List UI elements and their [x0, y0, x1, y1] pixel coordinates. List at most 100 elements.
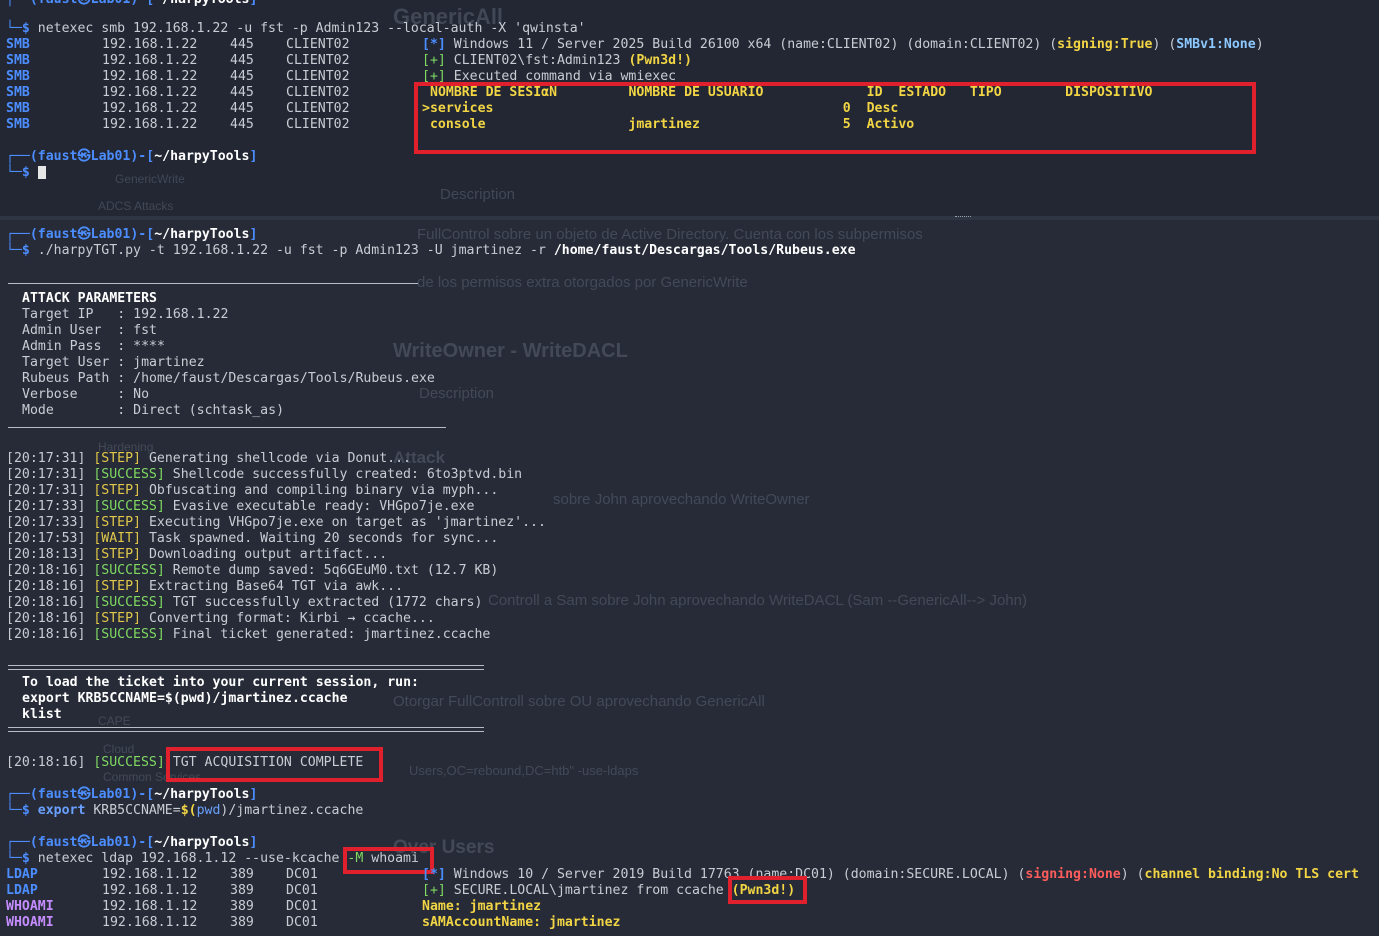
- param-line: Admin User : fst: [22, 323, 157, 338]
- log-time: [20:17:31]: [6, 483, 86, 498]
- log-message: Shellcode successfully created: 6to3ptvd…: [172, 467, 523, 482]
- param-line: Rubeus Path : /home/faust/Descargas/Tool…: [22, 371, 435, 386]
- command-line-qwinsta: └─$ netexec smb 192.168.1.22 -u fst -p A…: [6, 21, 586, 36]
- log-message: Obfuscating and compiling binary via myp…: [148, 483, 499, 498]
- log-entry: [20:18:16] [STEP] Extracting Base64 TGT …: [6, 579, 403, 595]
- command-line-harpytgt: └─$ ./harpyTGT.py -t 192.168.1.22 -u fst…: [6, 243, 856, 258]
- log-entry: [20:17:31] [STEP] Generating shellcode v…: [6, 451, 411, 467]
- table-cell-ip: 192.168.1.22: [102, 101, 197, 117]
- command-line-empty[interactable]: └─$: [6, 165, 46, 181]
- log-tag: [WAIT]: [93, 531, 141, 546]
- table-cell-host: DC01: [286, 915, 318, 931]
- ghost-description: Description: [440, 186, 516, 203]
- param-line: Verbose : No: [22, 387, 150, 402]
- ghost-nav-cape: CAPE: [98, 714, 131, 728]
- log-message: Final ticket generated: jmartinez.ccache: [172, 627, 491, 642]
- ip-cell: 192.168.1.22: [102, 117, 198, 132]
- table-row: WHOAMI: [6, 915, 54, 931]
- log-tag: [SUCCESS]: [93, 467, 165, 482]
- ghost-code: Users,OC=rebound,DC=htb" -use-ldaps: [409, 763, 639, 778]
- protocol-cell: SMB: [6, 85, 30, 100]
- table-cell-host: CLIENT02: [286, 69, 350, 85]
- prompt-line: ┌──(faust㉿Lab01)-[~/harpyTools]: [6, 227, 258, 242]
- highlight-box-whoami: [343, 847, 434, 874]
- log-entry: [20:18:16] [SUCCESS] Remote dump saved: …: [6, 563, 498, 579]
- protocol-cell: SMB: [6, 37, 30, 52]
- param-line: Mode : Direct (schtask_as): [22, 403, 285, 418]
- param-line: Target User : jmartinez: [22, 355, 205, 370]
- table-row: SMB: [6, 117, 30, 133]
- param-line: Target IP : 192.168.1.22: [22, 307, 229, 322]
- table-cell-ip: 192.168.1.22: [102, 69, 197, 85]
- table-cell-ip: 192.168.1.12: [102, 915, 197, 931]
- log-tag: [SUCCESS]: [93, 563, 165, 578]
- log-tag: [STEP]: [93, 611, 141, 626]
- table-cell-port: 445: [230, 101, 254, 117]
- whoami-name: Name: jmartinez: [422, 899, 542, 914]
- host-cell: CLIENT02: [286, 85, 350, 100]
- separator-line: [8, 669, 484, 670]
- table-cell-host: DC01: [286, 867, 318, 883]
- ip-cell: 192.168.1.22: [102, 37, 198, 52]
- protocol-cell: SMB: [6, 117, 30, 132]
- log-time: [20:18:16]: [6, 563, 86, 578]
- table-cell-port: 389: [230, 899, 254, 915]
- port-cell: 389: [230, 915, 254, 930]
- log-entry: [20:17:31] [STEP] Obfuscating and compil…: [6, 483, 498, 499]
- table-cell-host: DC01: [286, 899, 318, 915]
- log-tag: [SUCCESS]: [93, 499, 165, 514]
- log-time: [20:18:16]: [6, 595, 86, 610]
- load-line-2: export KRB5CCNAME=$(pwd)/jmartinez.ccach…: [22, 691, 348, 706]
- table-row: WHOAMI: [6, 899, 54, 915]
- divider-grip-icon[interactable]: [955, 216, 971, 219]
- separator-line: [8, 283, 418, 284]
- log-message: TGT successfully extracted (1772 chars): [172, 595, 483, 610]
- load-line-1: To load the ticket into your current ses…: [22, 675, 419, 690]
- load-line-3: klist: [22, 707, 62, 722]
- log-message: Generating shellcode via Donut...: [148, 451, 411, 466]
- log-tag: [STEP]: [93, 579, 141, 594]
- protocol-cell: LDAP: [6, 883, 38, 898]
- log-time: [20:18:16]: [6, 627, 86, 642]
- protocol-cell: SMB: [6, 69, 30, 84]
- host-cell: CLIENT02: [286, 117, 350, 132]
- host-cell: DC01: [286, 915, 318, 930]
- protocol-cell: WHOAMI: [6, 915, 54, 930]
- separator-line: [8, 427, 446, 428]
- table-cell-host: CLIENT02: [286, 101, 350, 117]
- whoami-samaccountname: sAMAccountName: jmartinez: [422, 915, 621, 930]
- port-cell: 445: [230, 37, 254, 52]
- log-entry: [20:18:13] [STEP] Downloading output art…: [6, 547, 387, 563]
- ghost-step-3: Otorgar FullControll sobre OU aprovechan…: [393, 693, 765, 710]
- prompt-line: ┌──(faust㉿Lab01)-[~/harpyTools]: [6, 0, 257, 8]
- log-entry: [20:17:33] [SUCCESS] Evasive executable …: [6, 499, 474, 515]
- log-time: [20:17:33]: [6, 515, 86, 530]
- ghost-paragraph-1: FullControl sobre un objeto de Active Di…: [417, 226, 923, 243]
- terminal-pane-top[interactable]: GenericAll GenericWrite ADCS Attacks Des…: [0, 0, 1379, 216]
- log-entry: [20:18:16] [STEP] Converting format: Kir…: [6, 611, 435, 627]
- log-entry: [20:18:16] [SUCCESS] TGT successfully ex…: [6, 595, 482, 611]
- ip-cell: 192.168.1.12: [102, 883, 198, 898]
- separator-line: [8, 727, 484, 728]
- log-message: Task spawned. Waiting 20 seconds for syn…: [148, 531, 499, 546]
- port-cell: 389: [230, 867, 254, 882]
- ip-cell: 192.168.1.12: [102, 899, 198, 914]
- terminal-pane-bottom[interactable]: FullControl sobre un objeto de Active Di…: [0, 220, 1379, 936]
- ghost-step-1: sobre John aprovechando WriteOwner: [553, 491, 810, 508]
- host-cell: CLIENT02: [286, 53, 350, 68]
- table-row: SMB: [6, 101, 30, 117]
- table-cell-host: CLIENT02: [286, 37, 350, 53]
- port-cell: 445: [230, 117, 254, 132]
- protocol-cell: SMB: [6, 101, 30, 116]
- table-row: SMB: [6, 85, 30, 101]
- log-message: Converting format: Kirbi → ccache...: [148, 611, 435, 626]
- ldap-info-line: [*] Windows 10 / Server 2019 Build 17763…: [422, 867, 1359, 882]
- port-cell: 445: [230, 85, 254, 100]
- table-cell-ip: 192.168.1.22: [102, 85, 197, 101]
- host-cell: CLIENT02: [286, 37, 350, 52]
- protocol-cell: LDAP: [6, 867, 38, 882]
- log-message: Evasive executable ready: VHGpo7je.exe: [172, 499, 475, 514]
- log-time: [20:17:53]: [6, 531, 86, 546]
- host-cell: DC01: [286, 883, 318, 898]
- table-cell-port: 445: [230, 69, 254, 85]
